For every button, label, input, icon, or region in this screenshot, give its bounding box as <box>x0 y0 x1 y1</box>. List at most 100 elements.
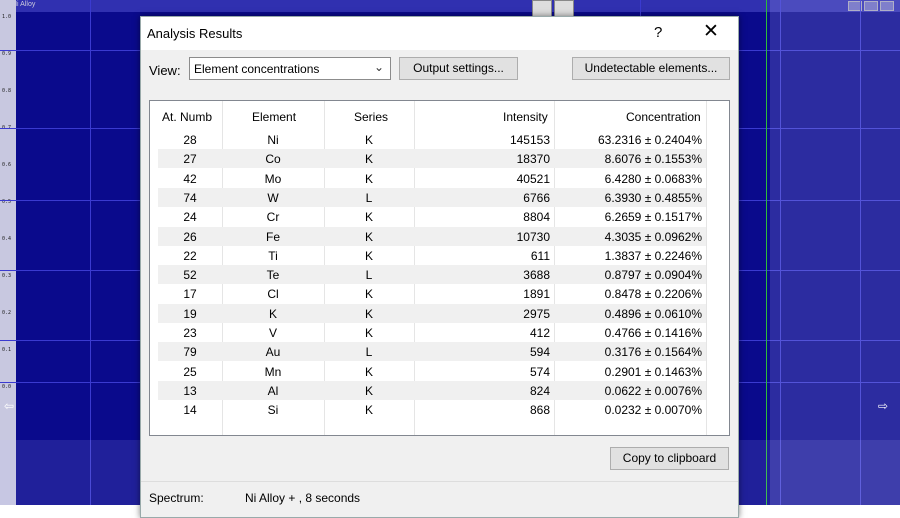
y-tick-label: 0.3 <box>2 273 12 279</box>
element-cell: V <box>268 326 277 340</box>
series-cell: K <box>364 383 373 398</box>
element-cell: Au <box>265 345 281 360</box>
y-tick-label: 0.2 <box>2 310 12 316</box>
concentration-cell: 0.0622 ± 0.0076% <box>604 383 702 398</box>
intensity-cell: 868 <box>529 403 550 418</box>
table-row[interactable]: 27 Co K 18370 8.6076 ± 0.1553% <box>158 149 706 169</box>
table-row[interactable]: 24 Cr K 8804 6.2659 ± 0.1517% <box>158 207 706 226</box>
analysis-results-dialog: Analysis Results ? ✕ View: Element conce… <box>140 16 739 518</box>
concentration-cell: 1.3837 ± 0.2246% <box>604 248 702 263</box>
dialog-title: Analysis Results <box>147 26 243 41</box>
at-numb-cell: 28 <box>183 133 197 147</box>
at-numb-cell: 23 <box>183 326 197 340</box>
results-table: At. Numb Element Series Intensity Concen… <box>149 100 730 436</box>
series-cell: K <box>364 403 373 418</box>
header-series[interactable]: Series <box>354 110 388 124</box>
element-cell: Co <box>265 152 281 167</box>
element-cell: K <box>268 306 277 321</box>
intensity-cell: 611 <box>530 248 550 263</box>
intensity-cell: 594 <box>529 345 550 360</box>
intensity-cell: 40521 <box>516 171 550 186</box>
chevron-down-icon: ⌄ <box>373 60 384 74</box>
at-numb-cell: 13 <box>183 383 197 398</box>
element-cell: W <box>267 190 279 205</box>
highlight-region <box>770 0 900 505</box>
table-row[interactable]: 19 K K 2975 0.4896 ± 0.0610% <box>158 303 706 323</box>
concentration-cell: 0.8797 ± 0.0904% <box>604 268 702 283</box>
at-numb-cell: 22 <box>183 248 197 263</box>
concentration-cell: 0.3176 ± 0.1564% <box>604 345 702 360</box>
series-cell: K <box>364 133 373 147</box>
header-at-numb[interactable]: At. Numb <box>162 110 212 124</box>
table-row[interactable]: 79 Au L 594 0.3176 ± 0.1564% <box>158 342 706 362</box>
table-row[interactable]: 42 Mo K 40521 6.4280 ± 0.0683% <box>158 169 706 188</box>
table-row[interactable]: 25 Mn K 574 0.2901 ± 0.1463% <box>158 362 706 381</box>
at-numb-cell: 26 <box>183 229 197 244</box>
at-numb-cell: 17 <box>183 287 197 302</box>
y-axis-strip <box>0 0 16 505</box>
y-tick-label: 0.6 <box>2 162 12 168</box>
y-tick-label: 0.9 <box>2 51 12 57</box>
table-row[interactable]: 17 Cl K 1891 0.8478 ± 0.2206% <box>158 284 706 303</box>
header-concentration[interactable]: Concentration <box>626 110 701 124</box>
series-cell: K <box>364 326 373 340</box>
intensity-cell: 8804 <box>523 210 550 225</box>
scroll-right-icon[interactable]: ⇨ <box>878 400 894 412</box>
view-dropdown[interactable]: Element concentrations ⌄ <box>189 57 391 80</box>
series-cell: K <box>364 229 373 244</box>
series-cell: K <box>364 287 373 302</box>
divider <box>141 481 738 482</box>
intensity-cell: 18370 <box>516 152 550 167</box>
help-icon[interactable]: ? <box>654 24 662 41</box>
intensity-cell: 2975 <box>523 306 550 321</box>
grid-line <box>90 0 91 505</box>
spectrum-label: Spectrum: <box>149 491 204 505</box>
undetectable-elements-button[interactable]: Undetectable elements... <box>572 57 730 80</box>
concentration-cell: 6.4280 ± 0.0683% <box>604 171 702 186</box>
at-numb-cell: 19 <box>183 306 197 321</box>
y-tick-label: 0.8 <box>2 88 12 94</box>
concentration-cell: 0.0232 ± 0.0070% <box>604 403 702 418</box>
concentration-cell: 0.8478 ± 0.2206% <box>604 287 702 302</box>
element-cell: Ni <box>267 133 279 147</box>
table-row[interactable]: 13 Al K 824 0.0622 ± 0.0076% <box>158 380 706 400</box>
header-intensity[interactable]: Intensity <box>503 110 548 124</box>
series-cell: K <box>364 306 373 321</box>
series-cell: K <box>364 364 373 379</box>
table-row[interactable]: 74 W L 6766 6.3930 ± 0.4855% <box>158 187 706 207</box>
copy-to-clipboard-button[interactable]: Copy to clipboard <box>610 447 729 470</box>
dialog-titlebar: Analysis Results ? ✕ <box>141 17 738 50</box>
at-numb-cell: 24 <box>183 210 197 225</box>
table-row[interactable]: 28 Ni K 145153 63.2316 ± 0.2404% <box>158 130 706 149</box>
element-cell: Te <box>266 268 280 283</box>
intensity-cell: 824 <box>529 383 550 398</box>
at-numb-cell: 42 <box>183 171 197 186</box>
element-cell: Mn <box>264 364 282 379</box>
scroll-left-icon[interactable]: ⇦ <box>4 400 20 412</box>
marker-line <box>766 0 767 505</box>
header-element[interactable]: Element <box>252 110 296 124</box>
concentration-cell: 0.4766 ± 0.1416% <box>604 326 702 340</box>
intensity-cell: 6766 <box>523 190 550 205</box>
y-tick-label: 0.4 <box>2 236 12 242</box>
at-numb-cell: 25 <box>183 364 197 379</box>
element-cell: Ti <box>268 248 278 263</box>
table-row[interactable]: 23 V K 412 0.4766 ± 0.1416% <box>158 323 706 342</box>
table-row[interactable]: 14 Si K 868 0.0232 ± 0.0070% <box>158 400 706 419</box>
at-numb-cell: 74 <box>183 190 197 205</box>
output-settings-button[interactable]: Output settings... <box>399 57 518 80</box>
element-cell: Cl <box>267 287 279 302</box>
y-tick-label: 1.0 <box>2 14 12 20</box>
series-cell: K <box>364 210 373 225</box>
y-tick-label: 0.0 <box>2 384 12 390</box>
concentration-cell: 6.2659 ± 0.1517% <box>604 210 702 225</box>
view-label: View: <box>149 63 181 78</box>
series-cell: L <box>365 345 373 360</box>
element-cell: Fe <box>265 229 280 244</box>
table-row[interactable]: 26 Fe K 10730 4.3035 ± 0.0962% <box>158 226 706 246</box>
spectrum-window-titlebar: Ni Alloy <box>0 0 900 12</box>
intensity-cell: 574 <box>529 364 550 379</box>
table-row[interactable]: 22 Ti K 611 1.3837 ± 0.2246% <box>158 246 706 265</box>
close-icon[interactable]: ✕ <box>703 22 719 42</box>
table-row[interactable]: 52 Te L 3688 0.8797 ± 0.0904% <box>158 265 706 285</box>
